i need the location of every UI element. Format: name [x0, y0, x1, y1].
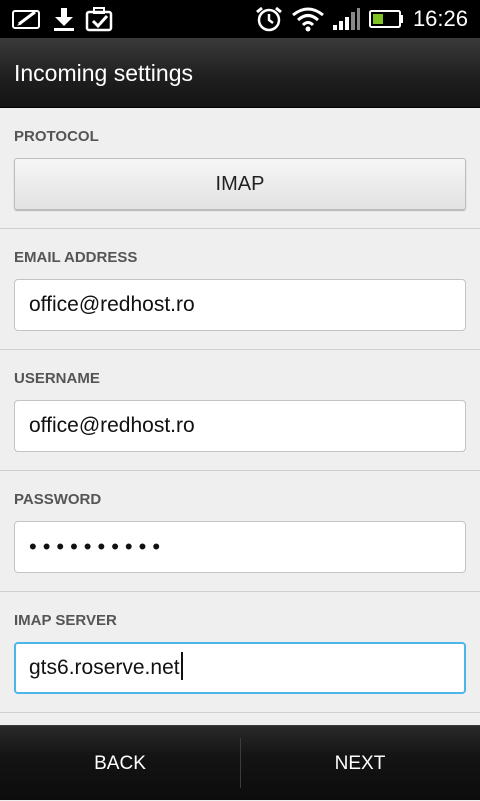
email-label: EMAIL ADDRESS [14, 249, 138, 266]
bottom-action-bar: BACK NEXT [0, 725, 480, 800]
password-field[interactable]: •••••••••• [14, 521, 466, 573]
protocol-section: PROTOCOL IMAP [0, 108, 480, 229]
edit-note-icon [10, 5, 44, 33]
battery-charging-icon [367, 5, 405, 33]
imap-server-section: IMAP SERVER gts6.roserve.net [0, 592, 480, 713]
alarm-clock-icon [253, 5, 285, 33]
signal-icon [330, 5, 362, 33]
text-cursor [180, 652, 183, 681]
email-field[interactable]: office@redhost.ro [14, 279, 466, 331]
briefcase-check-icon [84, 5, 116, 33]
username-field[interactable]: office@redhost.ro [14, 400, 466, 452]
page-title: Incoming settings [14, 60, 193, 86]
back-button[interactable]: BACK [0, 726, 240, 801]
email-section: EMAIL ADDRESS office@redhost.ro [0, 229, 480, 350]
imap-server-label: IMAP SERVER [14, 612, 117, 629]
protocol-label: PROTOCOL [14, 128, 99, 145]
username-label: USERNAME [14, 370, 100, 387]
password-section: PASSWORD •••••••••• [0, 471, 480, 592]
status-time: 16:26 [412, 6, 468, 31]
title-bar: Incoming settings [0, 38, 480, 108]
username-section: USERNAME office@redhost.ro [0, 350, 480, 471]
download-icon [50, 5, 78, 33]
wifi-icon [290, 5, 326, 33]
imap-server-value: gts6.roserve.net [29, 656, 180, 679]
settings-form: PROTOCOL IMAP EMAIL ADDRESS office@redho… [0, 108, 480, 725]
password-dots: •••••••••• [29, 534, 167, 559]
protocol-selector-button[interactable]: IMAP [14, 158, 466, 210]
next-button[interactable]: NEXT [240, 726, 480, 801]
status-bar: 16:26 [0, 0, 480, 38]
imap-server-field[interactable]: gts6.roserve.net [14, 642, 466, 694]
password-label: PASSWORD [14, 491, 102, 508]
